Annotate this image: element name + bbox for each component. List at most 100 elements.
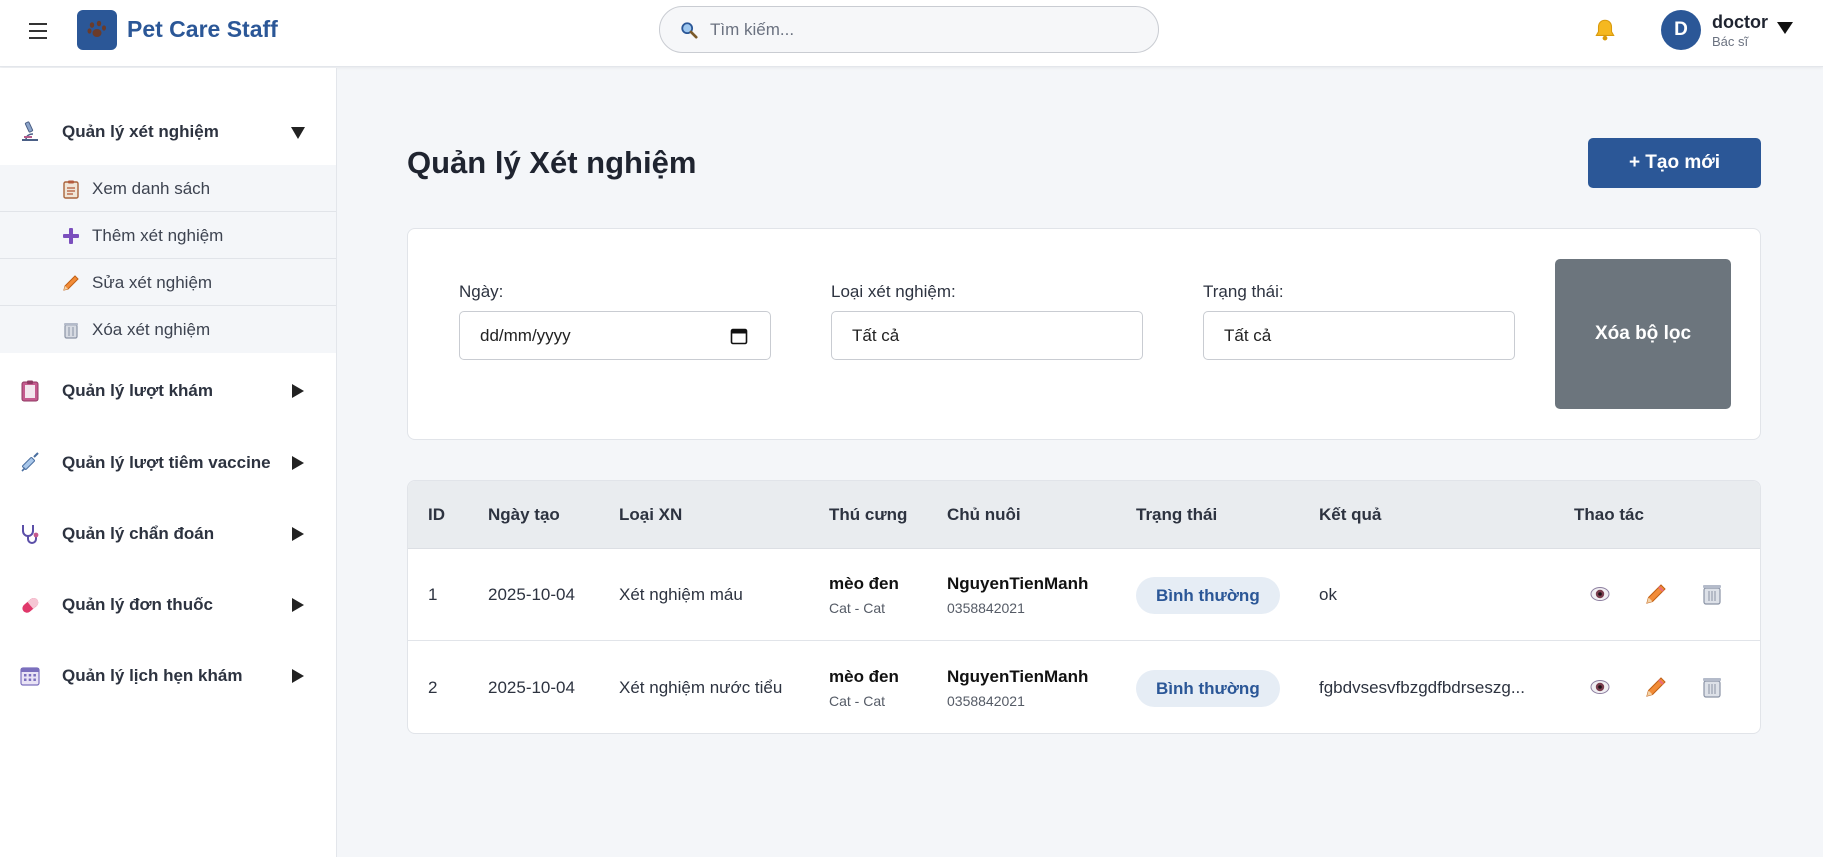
clear-filter-button[interactable]: Xóa bộ lọc <box>1555 259 1731 409</box>
col-header-date: Ngày tạo <box>488 505 560 524</box>
col-header-owner: Chủ nuôi <box>947 505 1021 524</box>
submenu-item-label: Sửa xét nghiệm <box>92 273 213 292</box>
calendar-picker-icon[interactable] <box>730 327 748 345</box>
menu-toggle-icon[interactable] <box>24 17 52 45</box>
cell-result: fgbdvsesvfbzgdfbdrseszg... <box>1319 678 1526 697</box>
sidebar-item-label: Quản lý xét nghiệm <box>62 122 219 141</box>
chevron-right-icon <box>292 669 304 683</box>
sidebar-item-label: Quản lý lượt tiêm vaccine <box>62 453 271 472</box>
sidebar-item-visits[interactable]: Quản lý lượt khám <box>0 367 336 415</box>
date-filter-label: Ngày: <box>459 282 504 301</box>
cell-owner-phone: 0358842021 <box>947 693 1025 709</box>
trash-icon <box>64 323 78 339</box>
cell-id: 1 <box>428 585 438 604</box>
notification-bell-icon[interactable] <box>1592 17 1618 43</box>
sidebar-item-tests[interactable]: Quản lý xét nghiệm <box>0 108 336 156</box>
col-header-pet: Thú cưng <box>829 505 908 524</box>
chevron-down-icon <box>291 127 305 139</box>
col-header-actions: Thao tác <box>1574 505 1644 524</box>
pill-icon <box>22 597 39 613</box>
col-header-status: Trạng thái <box>1136 505 1218 524</box>
user-dropdown-caret-icon[interactable] <box>1777 22 1793 34</box>
delete-trash-icon[interactable] <box>1699 674 1725 700</box>
sidebar-item-label: Quản lý chẩn đoán <box>62 524 215 543</box>
cell-pet-name: mèo đen <box>829 574 899 593</box>
avatar[interactable]: D <box>1661 10 1701 50</box>
status-badge: Bình thường <box>1136 577 1280 614</box>
edit-pencil-icon[interactable] <box>1643 581 1669 607</box>
submenu-item-label: Xem danh sách <box>92 179 211 198</box>
submenu-item-view-list[interactable]: Xem danh sách <box>0 165 336 212</box>
cell-pet-species: Cat - Cat <box>829 600 886 616</box>
sidebar-item-appointments[interactable]: Quản lý lịch hẹn khám <box>0 652 336 700</box>
col-header-type: Loại XN <box>619 505 683 524</box>
sidebar-item-label: Quản lý lịch hẹn khám <box>62 666 243 685</box>
syringe-icon <box>21 452 39 472</box>
submenu-item-add-test[interactable]: Thêm xét nghiệm <box>0 212 336 259</box>
search-bar[interactable] <box>659 6 1159 53</box>
chevron-right-icon <box>292 527 304 541</box>
test-type-value: Tất cả <box>852 325 900 345</box>
chevron-right-icon <box>292 456 304 470</box>
search-icon <box>681 22 698 39</box>
sidebar-item-label: Quản lý đơn thuốc <box>62 595 213 614</box>
filter-panel: Ngày: dd/mm/yyyy Loại xét nghiệm: Tất cả… <box>407 228 1761 440</box>
status-filter-label: Trạng thái: <box>1203 282 1284 301</box>
paw-logo-icon <box>77 10 117 50</box>
submenu-item-label: Thêm xét nghiệm <box>92 226 224 245</box>
user-role: Bác sĩ <box>1712 34 1749 49</box>
table-row[interactable]: 2 2025-10-04 Xét nghiệm nước tiểu mèo đe… <box>408 642 1760 733</box>
delete-trash-icon[interactable] <box>1699 581 1725 607</box>
cell-type: Xét nghiệm máu <box>619 585 743 604</box>
clipboard-list-icon <box>63 180 79 199</box>
cell-owner-name: NguyenTienManh <box>947 574 1089 593</box>
status-select[interactable]: Tất cả <box>1203 311 1515 360</box>
chevron-right-icon <box>292 598 304 612</box>
col-header-result: Kết quả <box>1319 505 1382 524</box>
status-value: Tất cả <box>1224 325 1272 345</box>
cell-owner-phone: 0358842021 <box>947 600 1025 616</box>
calendar-icon <box>20 667 40 686</box>
cell-pet-species: Cat - Cat <box>829 693 886 709</box>
cell-id: 2 <box>428 678 438 697</box>
tests-table: ID Ngày tạo Loại XN Thú cưng Chủ nuôi Tr… <box>407 480 1761 734</box>
sidebar-item-vaccines[interactable]: Quản lý lượt tiêm vaccine <box>0 439 336 487</box>
table-header: ID Ngày tạo Loại XN Thú cưng Chủ nuôi Tr… <box>408 481 1760 549</box>
test-type-filter-label: Loại xét nghiệm: <box>831 282 956 301</box>
submenu-item-delete-test[interactable]: Xóa xét nghiệm <box>0 306 336 353</box>
view-eye-icon[interactable] <box>1587 674 1613 700</box>
cell-date: 2025-10-04 <box>488 585 575 604</box>
pencil-icon <box>63 275 79 291</box>
top-header: Pet Care Staff D doctor Bác sĩ <box>0 0 1823 67</box>
submenu-item-label: Xóa xét nghiệm <box>92 320 211 339</box>
cell-pet-name: mèo đen <box>829 667 899 686</box>
status-badge: Bình thường <box>1136 670 1280 707</box>
submenu-tests: Xem danh sách Thêm xét nghiệm Sửa xét ng… <box>0 165 336 353</box>
test-type-select[interactable]: Tất cả <box>831 311 1143 360</box>
clipboard-icon <box>21 380 39 402</box>
cell-date: 2025-10-04 <box>488 678 575 697</box>
sidebar-item-prescriptions[interactable]: Quản lý đơn thuốc <box>0 581 336 629</box>
microscope-icon <box>22 121 38 141</box>
sidebar: Quản lý xét nghiệm Xem danh sách Thêm xé… <box>0 68 337 857</box>
view-eye-icon[interactable] <box>1587 581 1613 607</box>
edit-pencil-icon[interactable] <box>1643 674 1669 700</box>
search-input[interactable] <box>710 7 1140 52</box>
col-header-id: ID <box>428 505 445 524</box>
cell-type: Xét nghiệm nước tiểu <box>619 678 783 697</box>
brand-title[interactable]: Pet Care Staff <box>127 16 278 43</box>
user-name[interactable]: doctor <box>1712 12 1768 33</box>
sidebar-item-label: Quản lý lượt khám <box>62 381 213 400</box>
chevron-right-icon <box>292 384 304 398</box>
plus-icon <box>63 228 79 244</box>
submenu-item-edit-test[interactable]: Sửa xét nghiệm <box>0 259 336 306</box>
stethoscope-icon <box>22 525 39 544</box>
page-title: Quản lý Xét nghiệm <box>407 145 697 180</box>
date-filter-input[interactable]: dd/mm/yyyy <box>459 311 771 360</box>
date-filter-value: dd/mm/yyyy <box>480 325 571 345</box>
create-new-button[interactable]: + Tạo mới <box>1588 138 1761 188</box>
cell-result: ok <box>1319 585 1337 604</box>
sidebar-item-diagnosis[interactable]: Quản lý chẩn đoán <box>0 510 336 558</box>
cell-owner-name: NguyenTienManh <box>947 667 1089 686</box>
table-row[interactable]: 1 2025-10-04 Xét nghiệm máu mèo đen Cat … <box>408 549 1760 641</box>
